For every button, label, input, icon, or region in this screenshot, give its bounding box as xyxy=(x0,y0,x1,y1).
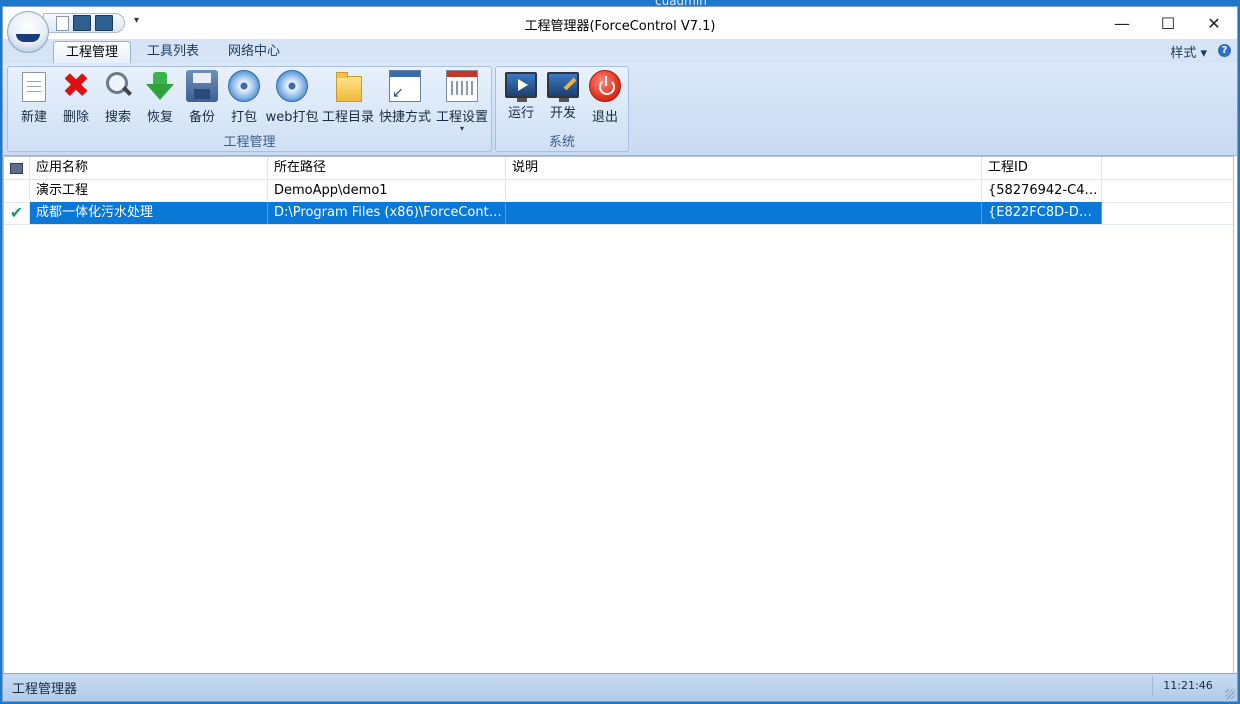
delete-button[interactable]: ✖ 删除 xyxy=(56,66,96,132)
close-button[interactable]: ✕ xyxy=(1191,7,1237,39)
cd-package-icon xyxy=(228,70,260,102)
tab-network-center[interactable]: 网络中心 xyxy=(216,41,292,63)
resize-grip-icon[interactable] xyxy=(1225,689,1235,699)
cell-app-name[interactable]: 成都一体化污水处理 xyxy=(30,202,268,224)
delete-label: 删除 xyxy=(62,110,89,125)
delete-x-icon: ✖ xyxy=(61,66,91,106)
run-monitor-icon xyxy=(505,72,537,102)
new-button[interactable]: 新建 xyxy=(14,70,54,132)
status-bar: 工程管理器 11:21:46 xyxy=(3,673,1237,701)
develop-label: 开发 xyxy=(549,106,576,121)
new-document-icon xyxy=(22,72,46,102)
column-header-project-id[interactable]: 工程ID xyxy=(982,157,1102,179)
app-window: ▾ 工程管理器(ForceControl V7.1) — ☐ ✕ 工程管理 工具… xyxy=(2,6,1238,702)
column-header-app-name[interactable]: 应用名称 xyxy=(30,157,268,179)
help-icon[interactable]: ? xyxy=(1218,44,1231,57)
new-label: 新建 xyxy=(20,110,47,125)
maximize-button[interactable]: ☐ xyxy=(1145,7,1191,39)
exit-power-icon xyxy=(589,70,621,102)
project-settings-icon xyxy=(446,70,478,102)
title-bar: ▾ 工程管理器(ForceControl V7.1) — ☐ ✕ xyxy=(3,7,1237,39)
cell-project-id[interactable]: {E822FC8D-DD4... xyxy=(982,202,1102,224)
exit-button[interactable]: 退出 xyxy=(584,70,626,132)
search-magnifier-icon xyxy=(102,70,134,102)
grid-header: 应用名称 所在路径 说明 工程ID xyxy=(4,157,1233,180)
shortcut-button[interactable]: 快捷方式 xyxy=(377,70,433,132)
exit-label: 退出 xyxy=(591,110,618,125)
tab-project-management[interactable]: 工程管理 xyxy=(53,41,132,64)
column-header-path[interactable]: 所在路径 xyxy=(268,157,506,179)
project-directory-label: 工程目录 xyxy=(321,110,374,125)
web-cd-package-icon xyxy=(276,70,308,102)
row-mark xyxy=(4,180,30,202)
style-menu[interactable]: 样式 ▾ xyxy=(1170,42,1207,61)
ribbon-group-system: 运行 开发 退出 系统 xyxy=(495,66,629,152)
cell-app-name[interactable]: 演示工程 xyxy=(30,180,268,202)
run-button[interactable]: 运行 xyxy=(500,70,542,132)
ribbon-group-project: 新建 ✖ 删除 搜索 恢复 备份 打包 web打包 工程目录 ↙ 快捷方式 工程… xyxy=(7,66,492,152)
window-title: 工程管理器(ForceControl V7.1) xyxy=(524,19,716,34)
project-directory-button[interactable]: 工程目录 xyxy=(320,70,376,132)
package-label: 打包 xyxy=(230,110,257,125)
shortcut-window-icon xyxy=(389,70,421,102)
restore-button[interactable]: 恢复 xyxy=(140,70,180,132)
status-text: 工程管理器 xyxy=(12,682,78,697)
group-label-project: 工程管理 xyxy=(223,135,276,150)
run-label: 运行 xyxy=(507,106,534,121)
column-header-description[interactable]: 说明 xyxy=(506,157,982,179)
project-settings-button[interactable]: 工程设置 ▾ xyxy=(434,70,490,133)
cell-description[interactable] xyxy=(506,202,982,224)
package-button[interactable]: 打包 xyxy=(224,70,264,132)
shortcut-label: 快捷方式 xyxy=(378,110,431,125)
backup-button[interactable]: 备份 xyxy=(182,70,222,132)
status-clock: 11:21:46 xyxy=(1152,676,1223,696)
ribbon: 新建 ✖ 删除 搜索 恢复 备份 打包 web打包 工程目录 ↙ 快捷方式 工程… xyxy=(3,63,1237,156)
table-row[interactable]: 演示工程 DemoApp\demo1 {58276942-C48C... xyxy=(4,180,1233,203)
web-package-label: web打包 xyxy=(265,110,319,125)
header-computer-icon xyxy=(4,157,30,179)
cell-path[interactable]: DemoApp\demo1 xyxy=(268,180,506,202)
table-row-selected[interactable]: ✔ 成都一体化污水处理 D:\Program Files (x86)\Force… xyxy=(4,202,1233,225)
cell-description[interactable] xyxy=(506,180,982,202)
project-list-grid: 应用名称 所在路径 说明 工程ID 演示工程 DemoApp\demo1 {58… xyxy=(3,156,1234,674)
checkmark-icon: ✔ xyxy=(4,202,30,224)
restore-label: 恢复 xyxy=(146,110,173,125)
web-package-button[interactable]: web打包 xyxy=(266,70,318,132)
tab-tool-list[interactable]: 工具列表 xyxy=(135,41,211,63)
ribbon-tab-bar: 工程管理 工具列表 网络中心 样式 ▾ ? xyxy=(3,39,1237,64)
project-settings-label: 工程设置 xyxy=(435,110,488,125)
develop-monitor-icon xyxy=(547,72,579,102)
restore-arrow-icon xyxy=(144,70,176,102)
minimize-button[interactable]: — xyxy=(1099,7,1145,39)
group-label-system: 系统 xyxy=(548,135,575,150)
develop-button[interactable]: 开发 xyxy=(542,70,584,132)
application-menu-button[interactable] xyxy=(7,11,49,53)
search-button[interactable]: 搜索 xyxy=(98,70,138,132)
project-folder-icon xyxy=(332,70,364,102)
backup-disk-icon xyxy=(186,70,218,102)
backup-label: 备份 xyxy=(188,110,215,125)
cell-path[interactable]: D:\Program Files (x86)\ForceControl ... xyxy=(268,202,506,224)
search-label: 搜索 xyxy=(104,110,131,125)
cell-project-id[interactable]: {58276942-C48C... xyxy=(982,180,1102,202)
app-logo-icon xyxy=(16,34,40,42)
